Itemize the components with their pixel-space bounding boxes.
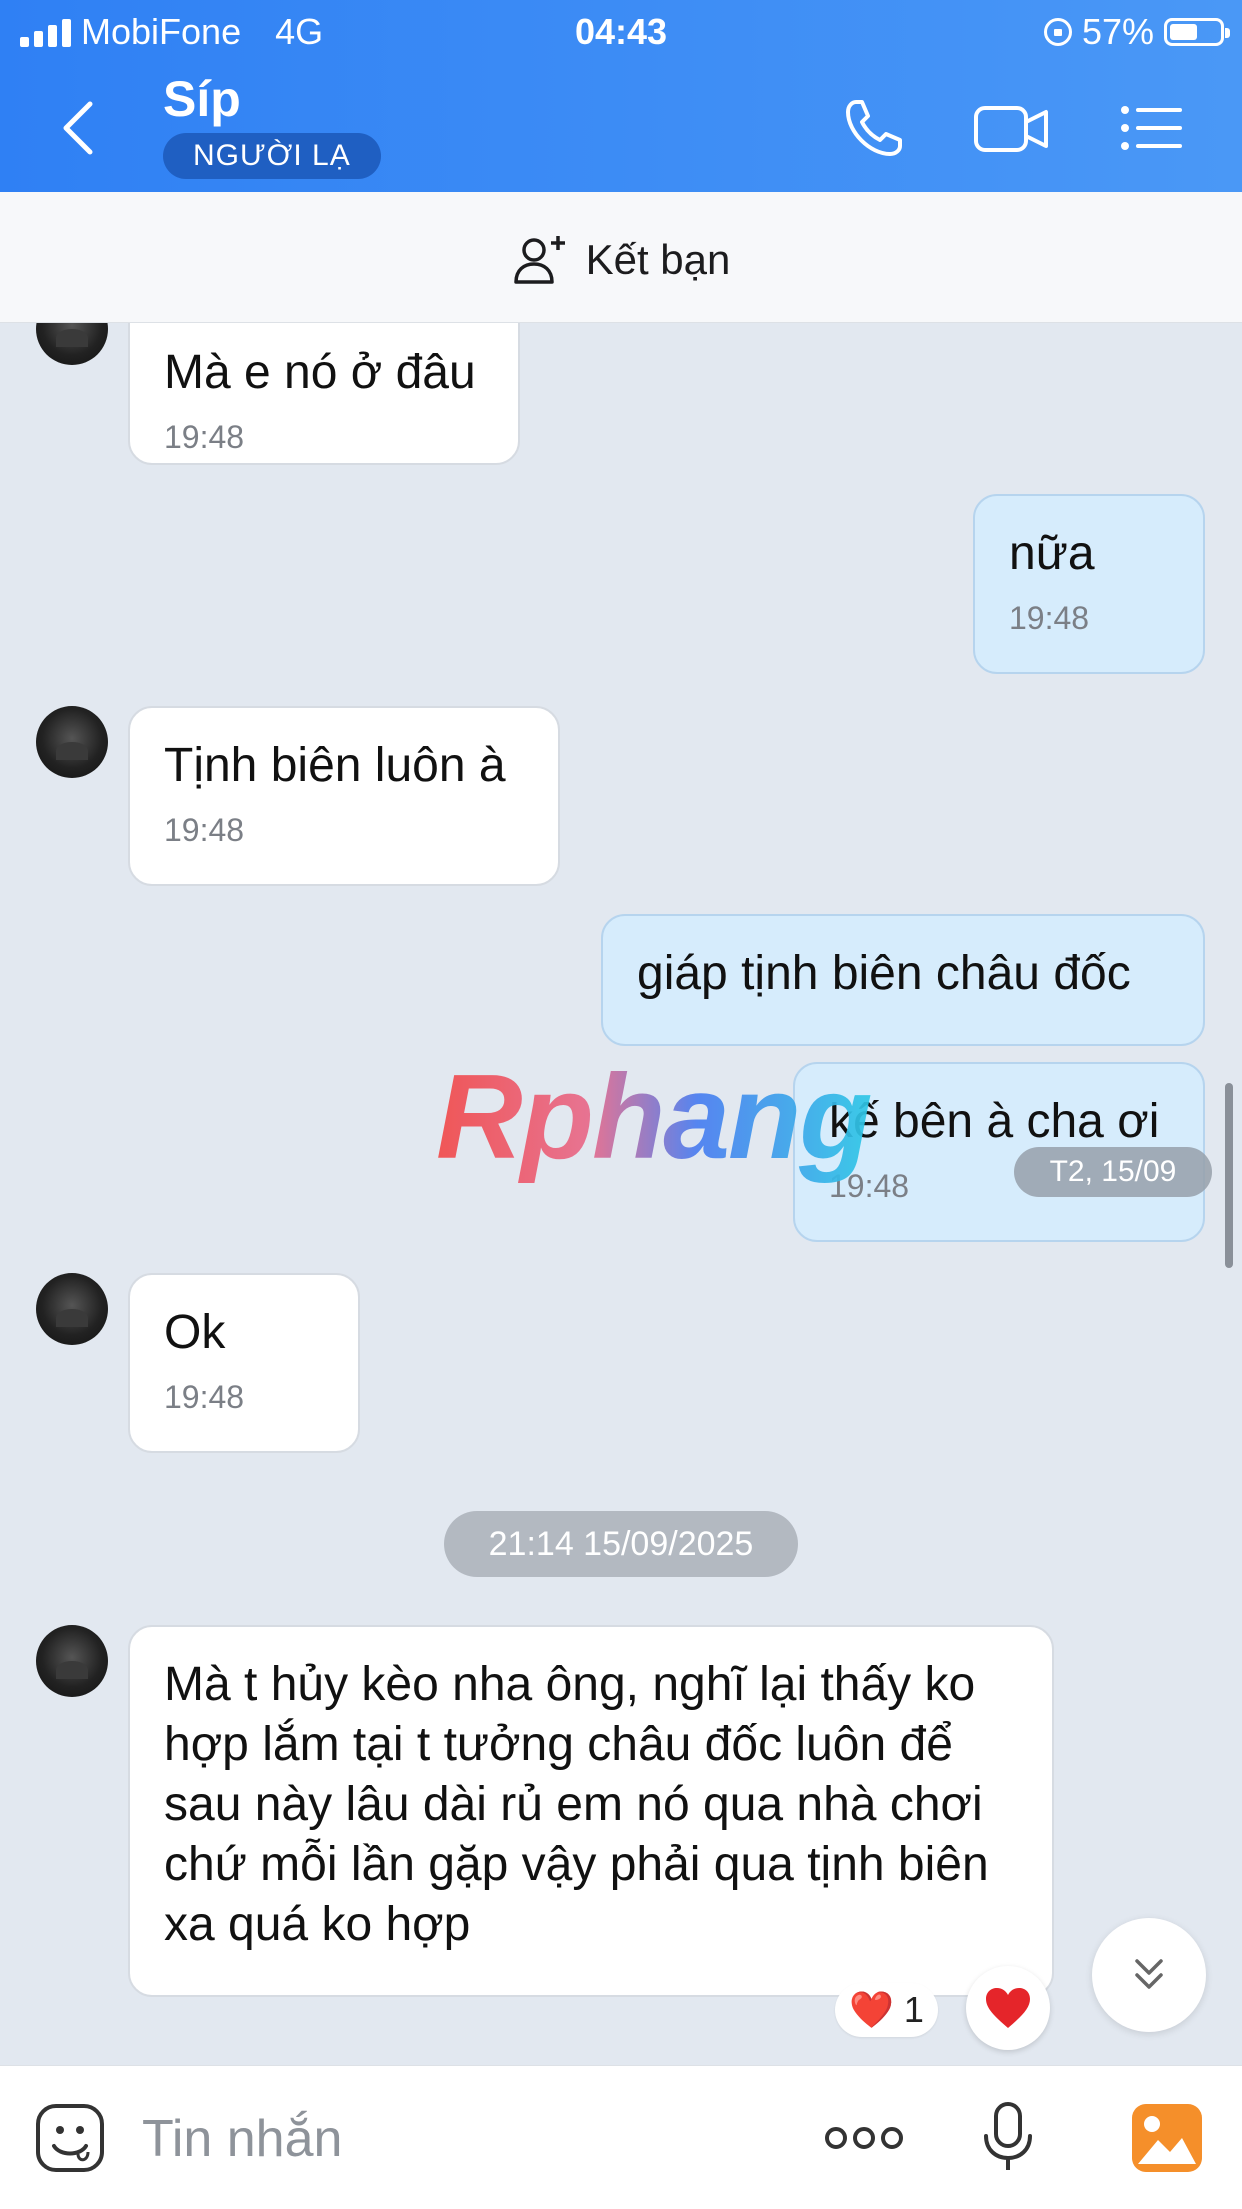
call-button[interactable]	[838, 92, 910, 164]
contact-avatar[interactable]	[36, 1625, 108, 1697]
outgoing-message[interactable]: giáp tịnh biên châu đốc	[601, 914, 1205, 1046]
message-text: Ok	[164, 1306, 226, 1359]
battery-icon	[1164, 18, 1230, 46]
react-button[interactable]	[966, 1966, 1050, 2050]
message-text: nữa	[1009, 527, 1095, 580]
add-friend-bar: Kết bạn	[0, 192, 1242, 323]
sticker-icon	[36, 2104, 104, 2172]
sticker-button[interactable]	[34, 2102, 106, 2174]
message-list[interactable]: Mà e nó ở đâu 19:48 nữa 19:48 Tịnh biên …	[0, 323, 1242, 2065]
message-composer	[0, 2065, 1242, 2209]
incoming-message[interactable]: Mà e nó ở đâu 19:48	[128, 323, 520, 465]
contact-avatar[interactable]	[36, 706, 108, 778]
video-call-button[interactable]	[972, 92, 1052, 164]
menu-button[interactable]	[1116, 92, 1188, 164]
phone-icon	[846, 100, 902, 156]
watermark-logo: Rphang	[436, 1050, 873, 1184]
add-friend-icon	[513, 236, 565, 284]
message-time: 19:48	[164, 812, 245, 848]
microphone-icon	[984, 2102, 1032, 2170]
message-text: Tịnh biên luôn à	[164, 739, 506, 792]
message-time: 19:48	[164, 1379, 245, 1415]
message-input[interactable]	[140, 2106, 684, 2172]
contact-name[interactable]: Síp	[163, 70, 241, 128]
scroll-date-chip: T2, 15/09	[1014, 1147, 1212, 1197]
date-separator: 21:14 15/09/2025	[444, 1511, 798, 1577]
heart-icon	[986, 1988, 1030, 2028]
double-chevron-down-icon	[1135, 1959, 1163, 1989]
voice-message-button[interactable]	[972, 2102, 1044, 2174]
message-text: Mà t hủy kèo nha ông, nghĩ lại thấy ko h…	[164, 1658, 989, 1951]
message-time: 19:48	[1009, 600, 1090, 636]
status-right: 57%	[1043, 10, 1230, 54]
message-text: kế bên à cha ơi	[829, 1095, 1160, 1148]
more-options-button[interactable]	[822, 2102, 906, 2174]
chat-header: MobiFone 4G 04:43 57% Síp NGƯỜI LẠ	[0, 0, 1242, 192]
menu-icon	[1121, 106, 1182, 150]
contact-avatar[interactable]	[36, 1273, 108, 1345]
image-button[interactable]	[1130, 2102, 1204, 2174]
rotation-lock-icon	[1043, 18, 1072, 46]
more-icon	[825, 2127, 903, 2149]
outgoing-message[interactable]: nữa 19:48	[973, 494, 1205, 674]
back-icon	[63, 101, 93, 155]
message-text: Mà e nó ở đâu	[164, 346, 476, 399]
video-call-icon	[974, 106, 1048, 152]
reaction-count: 1	[903, 1989, 924, 2030]
scroll-to-bottom-button[interactable]	[1092, 1918, 1206, 2032]
image-icon	[1132, 2104, 1202, 2172]
reaction-summary[interactable]: ❤️ 1	[835, 1983, 938, 2037]
message-text: giáp tịnh biên châu đốc	[637, 947, 1131, 1000]
incoming-message[interactable]: Mà t hủy kèo nha ông, nghĩ lại thấy ko h…	[128, 1625, 1054, 1997]
contact-avatar[interactable]	[36, 323, 108, 365]
add-friend-button[interactable]: Kết bạn	[0, 234, 1242, 286]
heart-icon: ❤️	[849, 1989, 894, 2030]
scrollbar[interactable]	[1225, 1083, 1233, 1268]
back-button[interactable]	[56, 98, 100, 158]
message-time: 19:48	[164, 419, 245, 455]
incoming-message[interactable]: Ok 19:48	[128, 1273, 360, 1453]
battery-percent: 57%	[1081, 11, 1154, 52]
add-friend-label: Kết bạn	[585, 236, 731, 283]
stranger-badge: NGƯỜI LẠ	[163, 133, 381, 179]
incoming-message[interactable]: Tịnh biên luôn à 19:48	[128, 706, 560, 886]
